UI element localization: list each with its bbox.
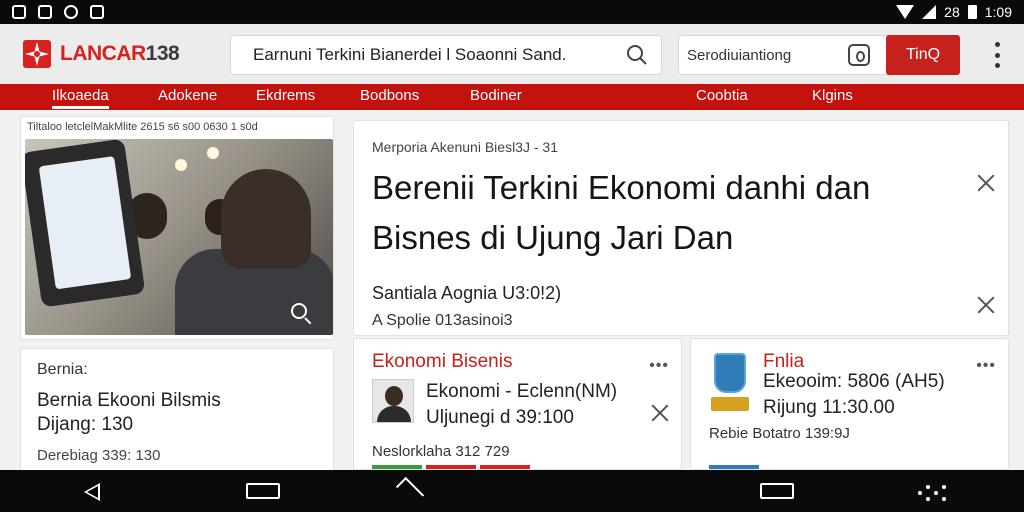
- side-article-label: Bernia:: [37, 361, 88, 378]
- nav-item-bodbons[interactable]: Bodbons: [360, 87, 419, 104]
- news-card-line: Uljunegi d 39:100: [426, 407, 574, 428]
- headline-card[interactable]: Merporia Akenuni Biesl3J - 31 Berenii Te…: [353, 120, 1009, 336]
- close-icon[interactable]: [650, 403, 670, 423]
- news-card-tag[interactable]: Ekonomi Bisenis: [372, 351, 663, 373]
- search-input[interactable]: Earnuni Terkini Bianerdei l Soaonni Sand…: [230, 35, 662, 75]
- signal-icon: [922, 5, 937, 19]
- more-icon[interactable]: •••: [976, 357, 996, 375]
- nav-item-coobtia[interactable]: Coobtia: [696, 87, 748, 104]
- news-photo[interactable]: [25, 139, 333, 335]
- secondary-search-input[interactable]: Serodiuiantiong TinQ: [678, 35, 960, 75]
- notification-icon: [12, 5, 26, 19]
- photo-tablet: [25, 139, 146, 308]
- news-card-footer: Neslorklaha 312 729: [372, 443, 510, 460]
- media-caption: Tiltaloo letclelMakMlite 2615 s6 s00 063…: [27, 121, 258, 133]
- nav-item-ekdrems[interactable]: Ekdrems: [256, 87, 315, 104]
- logo-text: LANCAR138: [60, 42, 180, 65]
- apps-grid-icon[interactable]: [918, 485, 948, 501]
- logo-star-icon: [20, 37, 54, 71]
- system-nav-bar: [0, 470, 1024, 512]
- content-area: Tiltaloo letclelMakMlite 2615 s6 s00 063…: [0, 110, 1024, 478]
- person-avatar: [372, 379, 414, 423]
- card-color-bars: [372, 465, 530, 469]
- news-card-line: Ekeooim: 5806 (AH5): [763, 371, 945, 392]
- tabs-icon[interactable]: [760, 483, 794, 499]
- status-bar: 28 1:09: [0, 0, 1024, 24]
- status-time: 1:09: [984, 4, 1012, 20]
- back-icon[interactable]: [84, 483, 100, 501]
- more-options-icon[interactable]: [990, 42, 1004, 68]
- photo-person: [221, 169, 311, 269]
- search-chat-icon[interactable]: [625, 44, 649, 66]
- media-card[interactable]: Tiltaloo letclelMakMlite 2615 s6 s00 063…: [20, 116, 334, 340]
- news-card-line: Rijung 11:30.00: [763, 397, 895, 418]
- news-card-line: Ekonomi - Eclenn(NM): [426, 381, 618, 402]
- logo[interactable]: LANCAR138: [20, 37, 220, 71]
- trophy-icon: [709, 351, 751, 415]
- wifi-icon: [896, 5, 915, 19]
- dismiss-icon[interactable]: [976, 295, 996, 315]
- headline-kicker: Merporia Akenuni Biesl3J - 31: [372, 139, 558, 155]
- headline-subtitle: Santiala Aognia U3:0!2): [372, 283, 562, 303]
- side-article-card[interactable]: Bernia: Bernia Ekooni Bilsmis Dijang: 13…: [20, 348, 334, 478]
- lock-icon[interactable]: [848, 44, 870, 66]
- category-nav: Ilkoaeda Adokene Ekdrems Bodbons Bodiner…: [0, 84, 1024, 110]
- news-card-economy[interactable]: Ekonomi Bisenis ••• Ekonomi - Eclenn(NM)…: [353, 338, 682, 470]
- home-icon[interactable]: [395, 476, 425, 506]
- left-column: Tiltaloo letclelMakMlite 2615 s6 s00 063…: [20, 116, 334, 478]
- app-icon: [64, 5, 78, 19]
- mail-icon: [38, 5, 52, 19]
- headline-meta: A Spolie 013asinoi3: [372, 312, 513, 329]
- side-article-title[interactable]: Bernia Ekooni Bilsmis Dijang: 130: [37, 389, 317, 437]
- nav-item-ilkoaeda[interactable]: Ilkoaeda: [52, 87, 109, 109]
- headline-title[interactable]: Berenii Terkini Ekonomi danhi dan Bisnes…: [372, 163, 952, 263]
- zoom-icon[interactable]: [291, 303, 307, 319]
- nav-item-bodiner[interactable]: Bodiner: [470, 87, 522, 104]
- status-indicator: 28: [944, 4, 960, 20]
- card-color-bars: [709, 465, 759, 469]
- news-card-footer: Rebie Botatro 139:9J: [709, 425, 850, 442]
- search-button[interactable]: TinQ: [886, 35, 960, 75]
- search-input-text: Earnuni Terkini Bianerdei l Soaonni Sand…: [253, 45, 567, 64]
- battery-icon: [967, 5, 977, 19]
- side-article-meta: Derebiag 339: 130: [37, 447, 161, 464]
- app-header: LANCAR138 Earnuni Terkini Bianerdei l So…: [0, 24, 1024, 84]
- close-icon[interactable]: [976, 173, 996, 193]
- nav-item-klgins[interactable]: Klgins: [812, 87, 853, 104]
- recents-icon[interactable]: [246, 483, 280, 499]
- secondary-search-text: Serodiuiantiong: [687, 46, 792, 64]
- nav-item-adokene[interactable]: Adokene: [158, 87, 217, 104]
- news-card-fnlia[interactable]: Fnlia ••• Ekeooim: 5806 (AH5) Rijung 11:…: [690, 338, 1009, 470]
- more-icon[interactable]: •••: [649, 357, 669, 375]
- warning-icon: [90, 5, 104, 19]
